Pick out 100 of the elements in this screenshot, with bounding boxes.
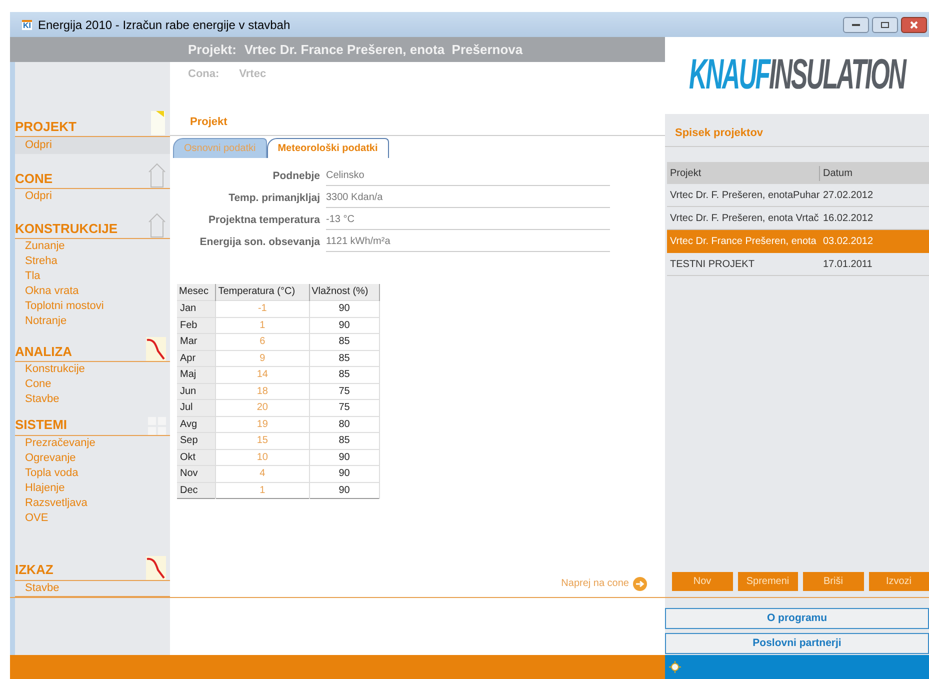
maximize-button[interactable] xyxy=(872,16,898,32)
field-value: Celinsko xyxy=(326,168,610,186)
project-row[interactable]: TESTNI PROJEKT 17.01.2011 xyxy=(667,253,929,276)
table-cell: 14 xyxy=(216,366,310,383)
table-cell: 6 xyxy=(216,334,310,350)
sidebar-item[interactable]: Ogrevanje xyxy=(15,450,170,466)
tab[interactable]: Osnovni podatki xyxy=(173,138,267,158)
field-label: Podnebje xyxy=(272,168,320,184)
project-row[interactable]: Vrtec Dr. F. Prešeren, enotaPuhar 27.02.2012 xyxy=(667,184,929,207)
section-title: IZKAZ xyxy=(15,561,54,579)
curve-chart-icon xyxy=(146,337,166,361)
action-button[interactable]: Izvozi xyxy=(868,572,929,591)
project-row[interactable]: Vrtec Dr. France Prešeren, enota 03.02.2012 xyxy=(667,230,929,253)
sidebar-item[interactable]: Tla xyxy=(15,269,170,284)
sidebar-item[interactable]: Cone xyxy=(15,377,170,392)
field-value: -13 °C xyxy=(326,212,610,230)
project-date-cell-text: 03.02.2012 xyxy=(822,234,874,248)
action-button[interactable]: Spremeni xyxy=(738,572,798,591)
zone-label: Cona: xyxy=(188,67,220,82)
house-icon xyxy=(148,162,166,188)
section-title: ANALIZA xyxy=(15,342,72,360)
arrow-right-icon xyxy=(633,576,647,590)
sidebar-item[interactable]: Hlajenje xyxy=(15,480,170,496)
table-cell: Dec xyxy=(177,482,216,498)
column-header: Temperatura (°C) xyxy=(216,284,310,300)
panel-button[interactable]: Poslovni partnerji xyxy=(665,633,929,654)
grid-icon xyxy=(148,416,166,434)
sidebar-item[interactable]: Odpri xyxy=(15,189,170,204)
table-cell: 20 xyxy=(216,400,310,416)
table-cell: 90 xyxy=(309,317,380,334)
sidebar-item[interactable]: Notranje xyxy=(15,314,170,329)
table-cell: 90 xyxy=(309,466,380,482)
sidebar-item[interactable]: Razsvetljava xyxy=(15,496,170,510)
action-button[interactable]: Nov xyxy=(672,572,732,591)
project-date-cell-text: 17.01.2011 xyxy=(822,258,872,272)
next-link[interactable]: Naprej na cone xyxy=(561,576,629,591)
sidebar-item[interactable]: Stavbe xyxy=(15,392,170,407)
sidebar-item[interactable]: Odpri xyxy=(15,137,170,154)
field-label: Energija son. obsevanja xyxy=(198,234,320,250)
table-cell: 85 xyxy=(309,350,380,366)
table-cell: Jun xyxy=(177,383,216,400)
curve-chart-icon xyxy=(146,556,166,580)
table-cell: 10 xyxy=(216,449,310,466)
table-cell: Maj xyxy=(177,366,216,383)
action-button[interactable]: Briši xyxy=(803,572,864,591)
table-cell: 15 xyxy=(216,432,310,449)
tab[interactable]: Meteorološki podatki xyxy=(266,138,389,158)
table-cell: 85 xyxy=(309,366,380,383)
table-cell: -1 xyxy=(216,300,310,317)
window-title: Energija 2010 - Izračun rabe energije v stavbah xyxy=(38,16,290,34)
column-header: Vlažnost (%) xyxy=(309,284,380,300)
panel-button[interactable]: O programu xyxy=(665,608,929,629)
sidebar-item[interactable]: Streha xyxy=(15,254,170,269)
sidebar-item[interactable]: Topla voda xyxy=(15,466,170,480)
field-label: Projektna temperatura xyxy=(208,212,320,228)
project-name-cell-text: Vrtec Dr. F. Prešeren, enota Vrtač xyxy=(669,212,820,226)
app-icon: KI xyxy=(22,20,32,30)
sidebar-item[interactable]: Stavbe xyxy=(15,580,170,596)
table-cell: Jan xyxy=(177,300,216,317)
logo-brand: KNAUF xyxy=(689,49,770,100)
table-cell: 1 xyxy=(216,482,310,498)
sidebar-item[interactable]: Zunanje xyxy=(15,239,170,254)
close-icon xyxy=(910,20,918,28)
table-cell: 75 xyxy=(309,400,380,416)
sidebar-item[interactable]: Toplotni mostovi xyxy=(15,299,170,314)
table-cell: Jul xyxy=(177,400,216,416)
table-cell: 1 xyxy=(216,317,310,334)
table-cell: 19 xyxy=(216,416,310,432)
table-cell: Feb xyxy=(177,317,216,334)
table-cell: 9 xyxy=(216,350,310,366)
field-label: Temp. primanjkljaj xyxy=(228,190,320,206)
close-button[interactable] xyxy=(901,16,927,32)
sidebar-item[interactable]: Prezračevanje xyxy=(15,436,170,450)
project-name-cell-text: TESTNI PROJEKT xyxy=(669,258,756,272)
column-header: Projekt xyxy=(667,166,820,180)
panel-title: Spisek projektov xyxy=(675,127,764,139)
sun-icon xyxy=(669,661,681,673)
table-cell: 90 xyxy=(309,482,380,498)
sidebar-item[interactable]: OVE xyxy=(15,510,170,526)
table-cell: Nov xyxy=(177,466,216,482)
zone-value: Vrtec xyxy=(239,67,266,82)
project-date-cell-text: 27.02.2012 xyxy=(822,188,874,202)
table-cell: 4 xyxy=(216,466,310,482)
house-icon xyxy=(148,212,166,238)
section-heading: Projekt xyxy=(190,116,228,128)
sidebar-item[interactable]: Konstrukcije xyxy=(15,362,170,377)
column-header: Datum xyxy=(822,166,852,180)
project-name-cell-text: Vrtec Dr. F. Prešeren, enotaPuhar xyxy=(669,188,820,202)
table-cell: 18 xyxy=(216,383,310,400)
table-cell: 85 xyxy=(309,432,380,449)
project-date-cell-text: 16.02.2012 xyxy=(822,212,874,226)
sidebar-item[interactable]: Okna vrata xyxy=(15,284,170,299)
minimize-button[interactable] xyxy=(843,16,869,32)
table-cell: Apr xyxy=(177,350,216,366)
project-label: Projekt: xyxy=(188,40,236,59)
table-cell: Sep xyxy=(177,432,216,449)
section-title: KONSTRUKCIJE xyxy=(15,220,118,238)
table-cell: Okt xyxy=(177,449,216,466)
column-header: Mesec xyxy=(177,284,216,300)
section-title: CONE xyxy=(15,170,53,188)
